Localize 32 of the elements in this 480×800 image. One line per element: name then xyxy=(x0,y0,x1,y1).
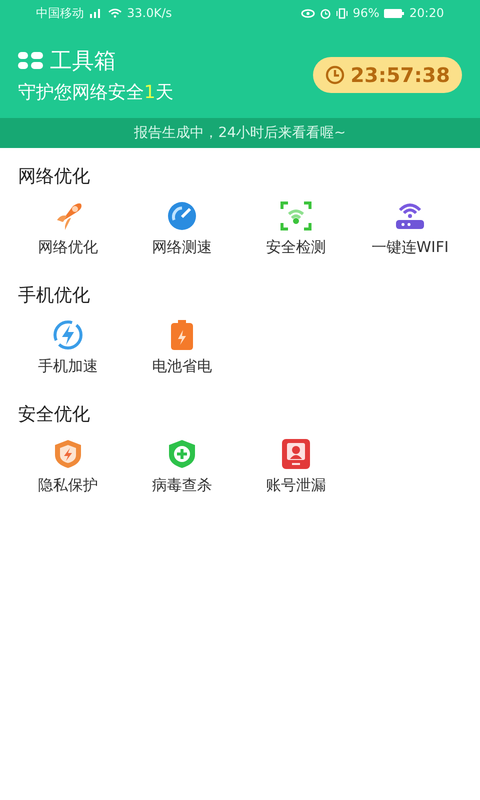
battery-percent: 96% xyxy=(352,6,380,20)
page-title: 工具箱 xyxy=(50,48,116,76)
tool-label[interactable]: 一键连WIFI xyxy=(371,238,449,257)
tool-label[interactable]: 安全检测 xyxy=(266,238,326,257)
section-title: 安全优化 xyxy=(17,403,91,426)
tool-label[interactable]: 网络优化 xyxy=(38,238,98,257)
tool-label[interactable]: 手机加速 xyxy=(38,357,98,376)
network-speed: 33.0K/s xyxy=(127,6,172,20)
lightning-circle-icon xyxy=(51,319,85,351)
signal-icon xyxy=(89,8,103,18)
report-notice: 报告生成中，24小时后来看看喔~ xyxy=(0,118,480,148)
account-card-icon xyxy=(279,438,313,470)
protection-days-text: 守护您网络安全1天 xyxy=(18,81,174,104)
section-title: 手机优化 xyxy=(17,284,91,307)
apps-icon xyxy=(18,52,44,70)
clock-icon xyxy=(324,65,344,85)
wifi-scan-icon xyxy=(279,200,313,232)
wifi-icon xyxy=(108,8,122,18)
tool-label[interactable]: 电池省电 xyxy=(152,357,212,376)
clock-time: 20:20 xyxy=(409,6,444,20)
timer-value: 23:57:38 xyxy=(350,63,450,87)
gauge-icon xyxy=(165,200,199,232)
tool-label[interactable]: 账号泄漏 xyxy=(266,476,326,495)
tool-label[interactable]: 网络测速 xyxy=(152,238,212,257)
battery-level-icon xyxy=(384,8,404,18)
carrier-name: 中国移动 xyxy=(36,4,84,22)
vibrate-icon xyxy=(336,8,348,18)
tool-label[interactable]: 病毒查杀 xyxy=(152,476,212,495)
tool-label[interactable]: 隐私保护 xyxy=(38,476,98,495)
alarm-icon xyxy=(320,8,331,18)
eye-icon xyxy=(300,8,315,18)
section-title: 网络优化 xyxy=(17,165,91,188)
